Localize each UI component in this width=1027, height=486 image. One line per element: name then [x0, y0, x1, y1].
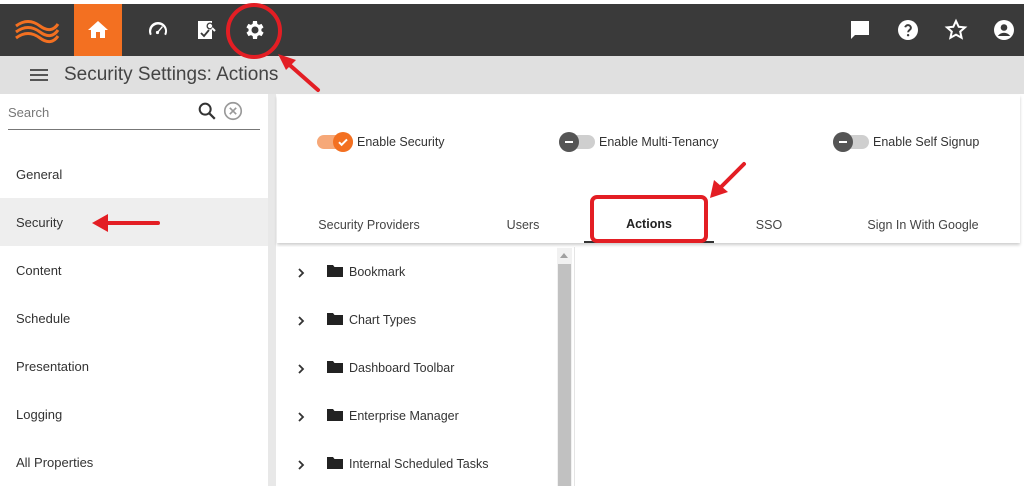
settings-button[interactable]	[230, 4, 278, 56]
folder-icon	[327, 313, 343, 325]
tree-node[interactable]: Dashboard Toolbar	[277, 343, 555, 391]
tab-label: Users	[506, 218, 540, 232]
tree-node[interactable]: Chart Types	[277, 295, 555, 343]
sidebar-item-label: Security	[16, 214, 63, 230]
app-logo[interactable]	[12, 16, 62, 46]
tab-users[interactable]: Users	[483, 207, 563, 243]
enable-security-toggle[interactable]: Enable Security	[317, 132, 445, 152]
search-box	[8, 94, 260, 130]
chevron-right-icon[interactable]	[295, 315, 307, 327]
chat-button[interactable]	[840, 4, 880, 56]
sidebar-item-presentation[interactable]: Presentation	[0, 342, 268, 390]
minus-icon	[839, 141, 847, 143]
sidebar-item-logging[interactable]: Logging	[0, 390, 268, 438]
page-title: Security Settings: Actions	[64, 64, 279, 85]
sidebar-item-label: Content	[16, 262, 62, 278]
enable-multi-tenancy-toggle[interactable]: Enable Multi-Tenancy	[559, 132, 719, 152]
sidebar-divider	[268, 94, 276, 486]
chevron-right-icon[interactable]	[295, 459, 307, 471]
help-button[interactable]	[888, 4, 928, 56]
home-icon	[88, 21, 108, 38]
sidebar-item-content[interactable]: Content	[0, 246, 268, 294]
account-button[interactable]	[984, 4, 1024, 56]
toggle-label: Enable Self Signup	[873, 135, 980, 149]
tree-node-label: Enterprise Manager	[349, 409, 459, 423]
app-frame: Security Settings: Actions General Secur…	[0, 0, 1027, 486]
tab-label: Sign In With Google	[867, 218, 979, 232]
toggle-knob	[333, 132, 353, 152]
settings-sidebar: General Security Content Schedule Presen…	[0, 94, 268, 486]
report-edit-button[interactable]	[182, 4, 230, 56]
help-icon	[898, 20, 918, 40]
tab-label: Security Providers	[318, 218, 420, 232]
sidebar-item-label: General	[16, 166, 63, 182]
minus-icon	[565, 141, 573, 143]
gear-icon	[246, 21, 264, 39]
sidebar-item-security[interactable]: Security	[0, 198, 268, 246]
search-icon[interactable]	[196, 100, 218, 122]
chat-icon	[851, 21, 869, 39]
enable-self-signup-toggle[interactable]: Enable Self Signup	[833, 132, 980, 152]
tree-node[interactable]: Enterprise Manager	[277, 391, 555, 439]
folder-icon	[327, 265, 343, 277]
home-button[interactable]	[74, 4, 122, 56]
actions-tree: Bookmark Chart Types Dashboard Toolbar E…	[277, 247, 557, 486]
favorites-button[interactable]	[936, 4, 976, 56]
dashboard-button[interactable]	[134, 4, 182, 56]
search-input[interactable]	[8, 102, 188, 122]
tree-node-label: Bookmark	[349, 265, 406, 279]
tree-node-label: Internal Scheduled Tasks	[349, 457, 489, 471]
title-bar: Security Settings: Actions	[0, 56, 1024, 94]
tree-node-label: Dashboard Toolbar	[349, 361, 455, 375]
folder-icon	[327, 409, 343, 421]
tab-actions[interactable]: Actions	[584, 207, 714, 243]
action-detail-pane	[574, 247, 1024, 486]
toggle-knob	[559, 132, 579, 152]
chevron-right-icon[interactable]	[295, 363, 307, 375]
tab-label: Actions	[626, 217, 672, 231]
check-icon	[338, 138, 348, 147]
tree-node[interactable]: Bookmark	[277, 247, 555, 295]
sidebar-item-schedule[interactable]: Schedule	[0, 294, 268, 342]
chevron-right-icon[interactable]	[295, 267, 307, 279]
chevron-right-icon[interactable]	[295, 411, 307, 423]
tab-sign-in-with-google[interactable]: Sign In With Google	[852, 207, 994, 243]
toggle-track	[559, 132, 595, 152]
clear-search-icon[interactable]	[222, 100, 244, 122]
sidebar-item-label: Presentation	[16, 358, 89, 374]
sidebar-item-label: Schedule	[16, 310, 71, 326]
tab-sso[interactable]: SSO	[729, 207, 809, 243]
top-toolbar	[0, 4, 1024, 56]
security-settings-panel: Enable Security Enable Multi-Tenancy Ena…	[277, 95, 1020, 243]
tab-security-providers[interactable]: Security Providers	[299, 207, 439, 243]
tree-node[interactable]: Internal Scheduled Tasks	[277, 439, 555, 486]
sidebar-item-label: Logging	[16, 406, 63, 422]
tree-scrollbar[interactable]	[557, 248, 572, 486]
toggle-knob	[833, 132, 853, 152]
folder-icon	[327, 457, 343, 469]
scroll-thumb[interactable]	[558, 264, 571, 486]
dashboard-gauge-icon	[148, 21, 168, 36]
report-edit-icon	[198, 21, 216, 39]
hamburger-menu-icon[interactable]	[28, 65, 50, 85]
toggle-track	[317, 132, 353, 152]
sidebar-item-label: All Properties	[16, 454, 94, 470]
tree-node-label: Chart Types	[349, 313, 417, 327]
tab-label: SSO	[755, 218, 783, 232]
account-icon	[994, 20, 1014, 40]
sidebar-item-general[interactable]: General	[0, 150, 268, 198]
sidebar-item-all-properties[interactable]: All Properties	[0, 438, 268, 486]
toggle-label: Enable Security	[357, 135, 445, 149]
toggle-track	[833, 132, 869, 152]
toggle-label: Enable Multi-Tenancy	[599, 135, 719, 149]
folder-icon	[327, 361, 343, 373]
star-icon	[944, 18, 968, 40]
scroll-up-arrow-icon[interactable]	[560, 253, 568, 258]
